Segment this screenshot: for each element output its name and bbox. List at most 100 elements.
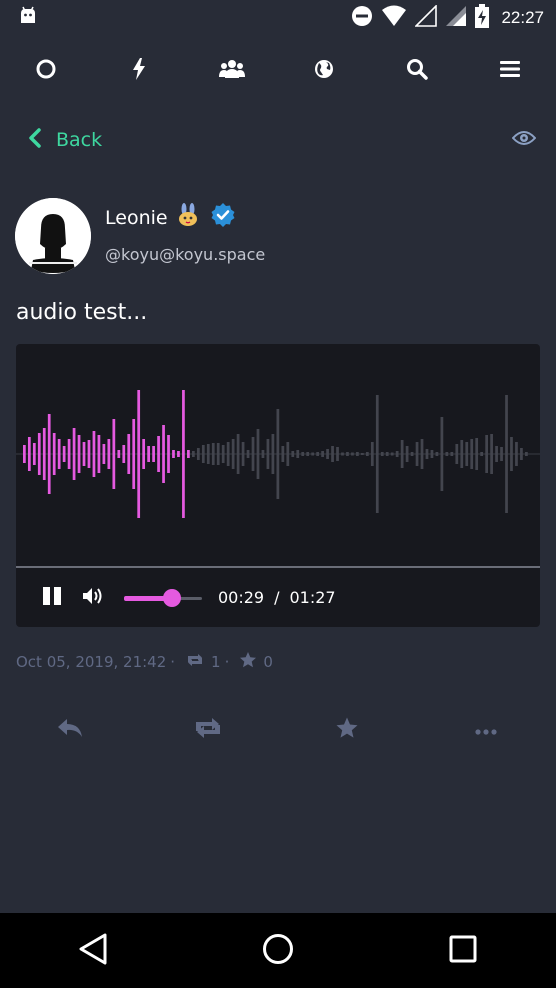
- waveform-bar: [241, 442, 245, 466]
- waveform-bar: [77, 435, 81, 473]
- ellipsis-icon: [475, 721, 497, 740]
- status-action-bar: [0, 708, 556, 752]
- waveform-bar: [341, 452, 344, 456]
- waveform-bar: [351, 452, 354, 456]
- favourite-button[interactable]: [327, 708, 367, 752]
- waveform-bar: [316, 452, 319, 456]
- reblog-icon: [192, 717, 224, 743]
- column-back-header: Back: [0, 118, 556, 162]
- system-home-button[interactable]: [233, 913, 323, 988]
- waveform-bar: [182, 390, 185, 518]
- waveform-bar: [390, 452, 394, 456]
- waveform-bar: [52, 433, 56, 475]
- waveform-bar: [162, 425, 165, 483]
- waveform-bar: [87, 440, 91, 468]
- home-button[interactable]: [0, 44, 93, 98]
- waveform-bar: [246, 450, 250, 458]
- waveform-bar: [57, 439, 61, 469]
- duration: 01:27: [289, 588, 336, 607]
- waveform-bar: [450, 452, 454, 456]
- waveform-bar: [400, 440, 404, 468]
- waveform-bar: [356, 452, 359, 456]
- waveform-bar: [256, 429, 260, 479]
- local-timeline-users-icon: [218, 58, 245, 84]
- home-circle-icon: [35, 58, 57, 84]
- top-navigation: [0, 44, 556, 98]
- waveform-bar: [460, 440, 464, 468]
- waveform-bar: [515, 442, 518, 466]
- waveform-bar: [167, 435, 170, 473]
- reply-icon: [57, 718, 83, 742]
- menu-button[interactable]: [463, 44, 556, 98]
- waveform-bar: [336, 447, 339, 461]
- avatar[interactable]: [15, 198, 91, 274]
- waveform-bar: [505, 395, 508, 513]
- menu-icon: [499, 59, 521, 83]
- waveform-bar: [216, 443, 220, 465]
- waveform-bar: [370, 442, 374, 466]
- waveform-bar: [361, 453, 364, 455]
- waveform-bar: [311, 452, 315, 456]
- android-icon: [18, 6, 38, 30]
- federated-timeline-button[interactable]: [278, 44, 371, 98]
- audio-waveform[interactable]: [16, 344, 540, 566]
- waveform-bar: [306, 452, 310, 456]
- waveform-bar: [301, 452, 305, 456]
- waveform-bar: [196, 448, 200, 460]
- square-recents-icon: [449, 935, 477, 967]
- waveform-bar: [375, 395, 379, 513]
- more-button[interactable]: [466, 708, 506, 752]
- status-date[interactable]: Oct 05, 2019, 21:42: [16, 653, 166, 671]
- back-button[interactable]: Back: [0, 127, 102, 153]
- system-back-button[interactable]: [48, 913, 138, 988]
- waveform-bar: [67, 439, 71, 469]
- notifications-button[interactable]: [93, 44, 186, 98]
- favourite-count[interactable]: 0: [263, 653, 273, 671]
- status-author[interactable]: Leonie @koyu@koyu.space: [15, 198, 265, 274]
- waveform-bar: [172, 450, 175, 458]
- waveform-bar: [261, 450, 265, 458]
- search-icon: [406, 58, 428, 84]
- waveform-bar: [187, 450, 190, 458]
- volume-slider[interactable]: [124, 588, 202, 607]
- waveform-bar: [331, 446, 334, 462]
- volume-button[interactable]: [82, 586, 104, 610]
- waveform-bar: [177, 451, 180, 457]
- local-timeline-button[interactable]: [185, 44, 278, 98]
- waveform-bar: [380, 452, 384, 456]
- triangle-back-icon: [78, 933, 108, 969]
- star-small-icon: [233, 651, 263, 673]
- waveform-bar: [157, 436, 160, 472]
- waveform-bar: [107, 439, 111, 469]
- meta-separator: ·: [224, 653, 230, 671]
- reblog-count[interactable]: 1: [211, 653, 221, 671]
- volume-knob[interactable]: [163, 588, 182, 607]
- waveform-bar: [42, 428, 46, 480]
- star-icon: [335, 716, 359, 744]
- waveform-bar: [112, 419, 116, 489]
- waveform-bar: [525, 452, 528, 456]
- account-handle: @koyu@koyu.space: [105, 245, 266, 264]
- reply-button[interactable]: [50, 708, 90, 752]
- search-button[interactable]: [371, 44, 464, 98]
- waveform-bar: [455, 444, 459, 464]
- system-recents-button[interactable]: [418, 913, 508, 988]
- waveform-bar: [132, 419, 136, 489]
- waveform-bar: [97, 435, 101, 473]
- toggle-visibility-button[interactable]: [511, 130, 556, 150]
- waveform-bar: [92, 431, 96, 477]
- waveform-bar: [510, 437, 513, 471]
- reblog-button[interactable]: [188, 708, 228, 752]
- notifications-bolt-icon: [131, 57, 147, 85]
- waveform-bar: [37, 433, 41, 475]
- waveform-bar: [62, 446, 66, 462]
- wifi-icon: [381, 5, 407, 31]
- waveform-bar: [425, 449, 429, 459]
- waveform-bar: [495, 446, 498, 462]
- status-bar: 22:27: [0, 0, 556, 36]
- waveform-bar: [137, 390, 141, 518]
- reblog-small-icon: [179, 653, 211, 671]
- pause-button[interactable]: [42, 586, 62, 610]
- player-controls: 00:29 / 01:27: [16, 568, 540, 627]
- waveform-bar: [226, 442, 230, 466]
